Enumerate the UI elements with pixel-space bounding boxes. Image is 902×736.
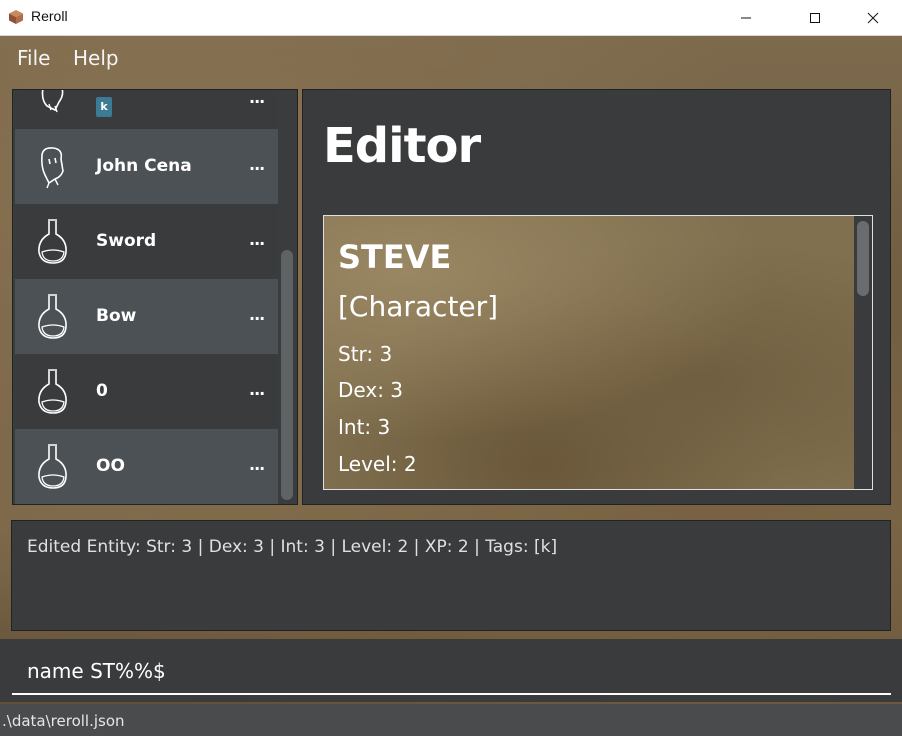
menu-help[interactable]: Help [73, 46, 119, 70]
list-item[interactable]: k ... [15, 90, 278, 129]
menu-bar: File Help [0, 37, 902, 81]
entity-list[interactable]: k ... John Cena ... Sword ... Bow ... 0 … [12, 89, 298, 505]
command-input[interactable] [12, 649, 891, 695]
more-button[interactable]: ... [249, 230, 265, 249]
ghost-icon [41, 147, 64, 189]
command-area [0, 639, 902, 702]
more-button[interactable]: ... [249, 90, 265, 107]
card-dex: Dex: 3 [338, 378, 404, 402]
status-bar: .\data\reroll.json [0, 704, 902, 736]
entity-card[interactable]: STEVE [Character] Str: 3 Dex: 3 Int: 3 L… [323, 215, 873, 490]
menu-file[interactable]: File [17, 46, 50, 70]
maximize-button[interactable] [792, 0, 838, 36]
list-item[interactable]: 0 ... [15, 354, 278, 429]
potion-icon [38, 294, 67, 339]
card-type: [Character] [338, 290, 499, 323]
card-scrollbar[interactable] [857, 221, 869, 296]
more-button[interactable]: ... [249, 155, 265, 174]
more-button[interactable]: ... [249, 305, 265, 324]
result-text: Edited Entity: Str: 3 | Dex: 3 | Int: 3 … [27, 537, 558, 557]
card-str: Str: 3 [338, 342, 393, 366]
tag-badge: k [96, 97, 112, 117]
maximize-icon [810, 13, 820, 23]
more-button[interactable]: ... [249, 380, 265, 399]
list-item-name: John Cena [96, 156, 192, 176]
close-icon [867, 12, 879, 24]
close-button[interactable] [850, 0, 896, 36]
potion-icon [38, 369, 67, 414]
list-item[interactable]: OO ... [15, 429, 278, 504]
minimize-icon [741, 17, 751, 19]
title-bar: Reroll [0, 0, 902, 36]
editor-panel: Editor STEVE [Character] Str: 3 Dex: 3 I… [302, 89, 891, 505]
potion-icon [38, 219, 67, 264]
editor-title: Editor [323, 118, 481, 174]
card-level: Level: 2 [338, 452, 417, 476]
list-item-name: Bow [96, 306, 137, 326]
card-name: STEVE [338, 238, 452, 276]
list-item-name: Sword [96, 231, 157, 251]
ghost-icon [41, 90, 64, 113]
list-item-name: 0 [96, 381, 108, 401]
window-title: Reroll [31, 8, 68, 24]
potion-icon [38, 444, 67, 489]
app-icon [9, 10, 23, 24]
list-item[interactable]: John Cena ... [15, 129, 278, 204]
more-button[interactable]: ... [249, 455, 265, 474]
list-item-name: OO [96, 456, 125, 476]
status-file-path: .\data\reroll.json [2, 712, 125, 730]
list-scrollbar[interactable] [281, 250, 293, 500]
minimize-button[interactable] [723, 0, 769, 36]
result-panel: Edited Entity: Str: 3 | Dex: 3 | Int: 3 … [11, 520, 891, 631]
list-item[interactable]: Bow ... [15, 279, 278, 354]
list-item[interactable]: Sword ... [15, 204, 278, 279]
card-int: Int: 3 [338, 415, 391, 439]
